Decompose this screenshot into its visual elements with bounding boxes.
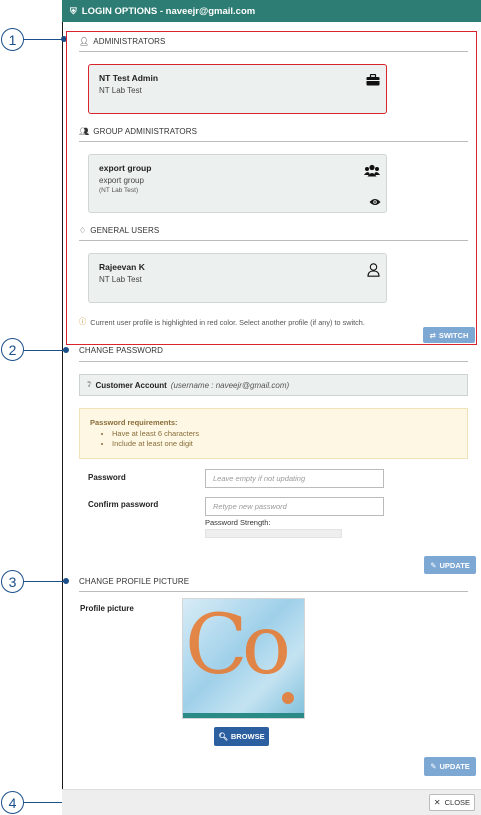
callout-2: 2 — [1, 338, 24, 361]
divider — [79, 361, 468, 362]
callout-1: 1 — [1, 28, 24, 51]
password-label: Password — [88, 473, 126, 482]
search-icon: 🔍︎ — [218, 732, 228, 741]
callout-1-line — [24, 39, 64, 40]
change-password-heading: CHANGE PASSWORD — [79, 346, 164, 355]
callout-3-line — [24, 581, 66, 582]
profile-card-nt-test-admin[interactable]: NT Test Admin NT Lab Test — [88, 64, 387, 114]
briefcase-icon — [366, 73, 380, 89]
password-input[interactable] — [205, 469, 384, 488]
callout-3: 3 — [1, 570, 24, 593]
confirm-password-input[interactable] — [205, 497, 384, 516]
profile-picture-label: Profile picture — [80, 604, 134, 613]
requirement-item: Have at least 6 characters — [112, 429, 457, 438]
switch-button[interactable]: ⇄ SWITCH — [423, 327, 475, 343]
pencil-icon: ✎ — [430, 762, 437, 771]
dialog-footer — [62, 789, 481, 815]
profile-org: (NT Lab Test) — [99, 187, 139, 194]
logo-dot — [282, 692, 294, 704]
dialog-header: ⛨ LOGIN OPTIONS - naveejr@gmail.com — [62, 0, 481, 22]
group-administrators-heading: 👥︎ GROUP ADMINISTRATORS — [79, 127, 198, 136]
browse-button[interactable]: 🔍︎ BROWSE — [214, 727, 269, 746]
info-icon: ⓘ — [79, 317, 87, 326]
requirement-item: Include at least one digit — [112, 439, 457, 448]
exchange-icon: ⇄ — [429, 330, 436, 340]
question-circle-icon: ❔︎ — [87, 380, 92, 389]
pencil-icon: ✎ — [430, 560, 437, 570]
user-outline-icon — [367, 263, 380, 280]
password-strength-label: Password Strength: — [205, 518, 271, 527]
users-icon: 👥︎ — [79, 127, 90, 136]
administrators-heading: 👤︎ ADMINISTRATORS — [79, 37, 166, 46]
shield-icon: ⛨ — [70, 5, 77, 16]
close-icon: ✕ — [433, 798, 441, 807]
password-strength-meter — [205, 529, 342, 538]
customer-account-box: ❔︎ Customer Account (username : naveejr@… — [79, 374, 468, 396]
close-button[interactable]: ✕ CLOSE — [429, 794, 475, 811]
profile-picture-preview: Co — [182, 598, 305, 719]
users-icon — [364, 164, 380, 180]
callout-2-line — [24, 350, 66, 351]
user-outline-icon: ♢ — [79, 226, 87, 235]
profile-name: export group — [99, 163, 152, 173]
account-label: Customer Account — [95, 380, 167, 390]
profile-info-note: ⓘ Current user profile is highlighted in… — [79, 317, 365, 327]
user-icon: 👤︎ — [79, 37, 90, 46]
update-picture-button[interactable]: ✎ UPDATE — [424, 757, 476, 776]
divider — [79, 240, 468, 241]
divider — [79, 51, 468, 52]
account-username: (username : naveejr@gmail.com) — [170, 380, 290, 390]
divider — [79, 141, 468, 142]
eye-icon[interactable] — [369, 198, 381, 209]
callout-3-dot — [63, 578, 69, 584]
profile-org: NT Lab Test — [99, 275, 142, 284]
general-users-heading: ♢ GENERAL USERS — [79, 226, 160, 235]
requirements-title: Password requirements: — [90, 418, 178, 427]
change-profile-picture-heading: CHANGE PROFILE PICTURE — [79, 577, 190, 586]
profile-org: NT Lab Test — [99, 86, 142, 95]
logo-graphic: Co — [185, 598, 291, 693]
confirm-password-label: Confirm password — [88, 500, 159, 509]
image-bottom-strip — [183, 713, 304, 718]
dialog-title: LOGIN OPTIONS - naveejr@gmail.com — [81, 5, 256, 17]
profile-card-export-group[interactable]: export group export group (NT Lab Test) — [88, 154, 387, 213]
profile-name: NT Test Admin — [99, 73, 159, 83]
callout-4: 4 — [1, 791, 24, 814]
divider — [79, 591, 468, 592]
update-password-button[interactable]: ✎ UPDATE — [424, 556, 476, 574]
callout-2-dot — [63, 347, 69, 353]
annotation-guide-line — [62, 22, 63, 815]
password-requirements: Password requirements: Have at least 6 c… — [79, 408, 468, 459]
profile-card-rajeevan-k[interactable]: Rajeevan K NT Lab Test — [88, 253, 387, 303]
profile-name: Rajeevan K — [99, 262, 145, 272]
profile-sub: export group — [99, 176, 144, 185]
